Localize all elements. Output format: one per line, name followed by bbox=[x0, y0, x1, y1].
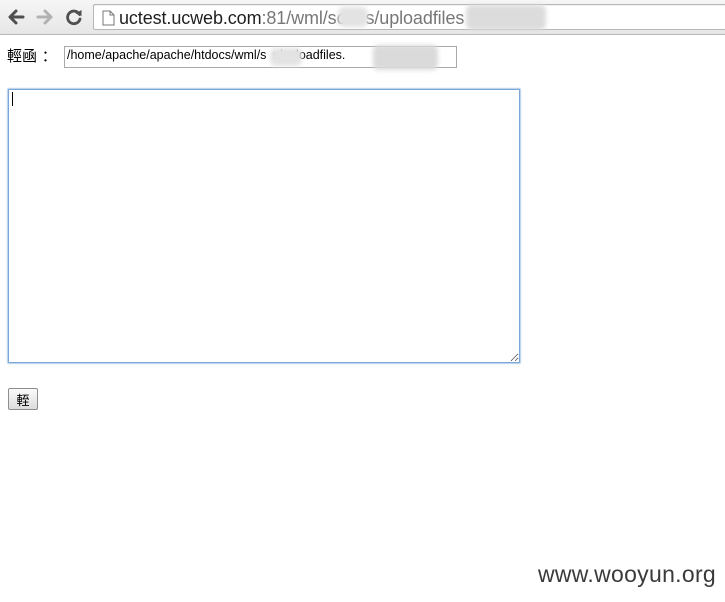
url-path-start: :81/wml/sc bbox=[261, 8, 346, 28]
url-text: uctest.ucweb.com:81/wml/sc s/uploadfiles bbox=[119, 8, 464, 29]
page-icon bbox=[102, 10, 115, 26]
text-caret bbox=[12, 92, 13, 106]
submit-button[interactable]: 輊 bbox=[8, 388, 38, 410]
reload-button[interactable] bbox=[62, 5, 86, 29]
watermark: www.wooyun.org bbox=[537, 561, 716, 587]
path-label: 輕凾 ： bbox=[7, 47, 57, 65]
forward-button[interactable] bbox=[33, 5, 57, 29]
path-input-value-start: /home/apache/apache/htdocs/wml/s bbox=[67, 48, 267, 62]
path-redaction-blur-2 bbox=[373, 45, 438, 70]
arrow-left-icon bbox=[8, 9, 25, 25]
path-redaction-blur-1 bbox=[270, 48, 302, 66]
url-redaction-blur-1 bbox=[338, 7, 368, 27]
content-textarea[interactable] bbox=[8, 89, 520, 363]
browser-toolbar: uctest.ucweb.com:81/wml/sc s/uploadfiles bbox=[0, 0, 725, 35]
url-redaction-blur-2 bbox=[466, 5, 546, 30]
back-button[interactable] bbox=[4, 5, 28, 29]
reload-icon bbox=[66, 9, 82, 26]
url-host: uctest.ucweb.com bbox=[119, 8, 262, 28]
arrow-right-icon bbox=[36, 9, 53, 25]
page-content: 輕凾 ： /home/apache/apache/htdocs/wml/s s/u… bbox=[0, 35, 725, 602]
address-bar[interactable]: uctest.ucweb.com:81/wml/sc s/uploadfiles bbox=[93, 4, 725, 30]
url-path-end: s/uploadfiles bbox=[365, 8, 465, 28]
